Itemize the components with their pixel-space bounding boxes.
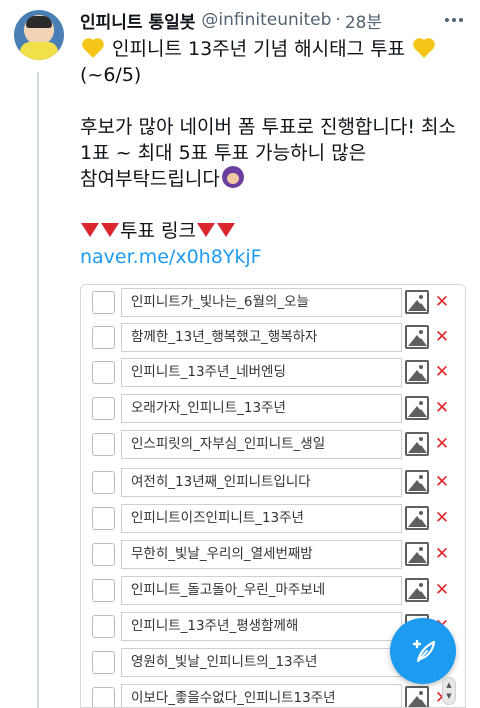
option-text-field[interactable]: 이보다_좋을수없다_인피니트13주년	[121, 684, 402, 707]
option-checkbox[interactable]	[92, 291, 115, 314]
option-checkbox[interactable]	[92, 687, 115, 707]
form-option-row: 이보다_좋을수없다_인피니트13주년 ✕	[81, 683, 465, 707]
vote-link[interactable]: naver.me/x0h8YkjF	[80, 244, 470, 270]
option-text-field[interactable]: 무한히_빛날_우리의_열세번째밤	[121, 540, 402, 569]
option-checkbox[interactable]	[92, 543, 115, 566]
display-name[interactable]: 인피니트 통일봇	[80, 8, 195, 33]
option-text-field[interactable]: 인피니트_13주년_평생함께해	[121, 612, 402, 641]
thread-line	[37, 72, 39, 708]
user-handle[interactable]: @infiniteuniteb	[201, 10, 331, 30]
image-icon[interactable]	[405, 506, 429, 530]
form-option-row: 인피니트가_빛나는_6월의_오늘 ✕	[81, 287, 465, 317]
option-checkbox[interactable]	[92, 361, 115, 384]
option-checkbox[interactable]	[92, 651, 115, 674]
close-x-icon[interactable]: ✕	[433, 579, 451, 601]
option-checkbox[interactable]	[92, 471, 115, 494]
scroll-down-icon[interactable]: ▼	[446, 693, 451, 700]
image-icon[interactable]	[405, 325, 429, 349]
avatar[interactable]	[14, 10, 64, 60]
option-text-field[interactable]: 인피니트_돌고돌아_우린_마주보네	[121, 576, 402, 605]
red-triangle-down-icon	[101, 223, 119, 237]
option-text-field[interactable]: 여전히_13년째_인피니트입니다	[121, 468, 402, 497]
image-icon[interactable]	[405, 578, 429, 602]
image-icon[interactable]	[405, 470, 429, 494]
image-icon[interactable]	[405, 290, 429, 314]
image-icon[interactable]	[405, 686, 429, 707]
tweet-line-title: 인피니트 13주년 기념 해시태그 투표	[80, 36, 470, 62]
tweet-line-4: 1표 ~ 최대 5표 투표 가능하니 많은	[80, 142, 367, 164]
form-option-row: 함께한_13년_행복했고_행복하자 ✕	[81, 322, 465, 352]
participation-text: 참여부탁드립니다	[80, 168, 220, 190]
close-x-icon[interactable]: ✕	[433, 326, 451, 348]
image-icon[interactable]	[405, 542, 429, 566]
option-text-field[interactable]: 오래가자_인피니트_13주년	[121, 394, 402, 423]
form-option-row: 인피니트_13주년_네버엔딩 ✕	[81, 357, 465, 387]
image-icon[interactable]	[405, 432, 429, 456]
yellow-heart-icon	[84, 40, 102, 58]
tweet-header: 인피니트 통일봇 @infiniteuniteb · 28분	[80, 8, 440, 33]
form-option-row: 인피니트_돌고돌아_우린_마주보네 ✕	[81, 575, 465, 605]
compose-feather-icon	[412, 639, 436, 663]
option-text-field[interactable]: 함께한_13년_행복했고_행복하자	[121, 323, 402, 352]
vote-link-label: 투표 링크	[120, 220, 196, 242]
more-icon[interactable]	[442, 12, 466, 28]
avatar-shirt	[20, 42, 58, 60]
option-text-field[interactable]: 인피니트_13주년_네버엔딩	[121, 358, 402, 387]
close-x-icon[interactable]: ✕	[433, 361, 451, 383]
close-x-icon[interactable]: ✕	[433, 507, 451, 529]
person-bowing-icon	[221, 166, 244, 188]
compose-button[interactable]	[390, 618, 456, 684]
image-icon[interactable]	[405, 396, 429, 420]
option-checkbox[interactable]	[92, 579, 115, 602]
option-checkbox[interactable]	[92, 615, 115, 638]
tweet-line-period: (~6/5)	[80, 64, 142, 86]
form-option-row: 무한히_빛날_우리의_열세번째밤 ✕	[81, 539, 465, 569]
option-checkbox[interactable]	[92, 326, 115, 349]
option-checkbox[interactable]	[92, 433, 115, 456]
option-text-field[interactable]: 인피니트이즈인피니트_13주년	[121, 504, 402, 533]
close-x-icon[interactable]: ✕	[433, 471, 451, 493]
option-text-field[interactable]: 인피니트가_빛나는_6월의_오늘	[121, 288, 402, 317]
close-x-icon[interactable]: ✕	[433, 433, 451, 455]
red-triangle-down-icon	[81, 223, 99, 237]
scroll-handle[interactable]: ▲ ▼	[442, 677, 456, 705]
tweet-line-5: 참여부탁드립니다	[80, 166, 470, 192]
option-text-field[interactable]: 영원히_빛날_인피니트의_13주년	[121, 648, 402, 677]
vote-link-heading: 투표 링크	[80, 218, 470, 244]
scroll-up-icon[interactable]: ▲	[446, 682, 451, 689]
tweet-text: 인피니트 13주년 기념 해시태그 투표 (~6/5) 후보가 많아 네이버 폼…	[80, 36, 470, 270]
form-option-row: 여전히_13년째_인피니트입니다 ✕	[81, 467, 465, 497]
close-x-icon[interactable]: ✕	[433, 543, 451, 565]
tweet-timestamp[interactable]: 28분	[345, 8, 382, 33]
title-text: 인피니트 13주년 기념 해시태그 투표	[112, 38, 406, 60]
option-text-field[interactable]: 인스피릿의_자부심_인피니트_생일	[121, 430, 402, 459]
option-checkbox[interactable]	[92, 507, 115, 530]
image-icon[interactable]	[405, 360, 429, 384]
separator-dot: ·	[335, 10, 341, 30]
form-option-row: 인피니트이즈인피니트_13주년 ✕	[81, 503, 465, 533]
option-checkbox[interactable]	[92, 397, 115, 420]
avatar-hair	[26, 16, 52, 28]
red-triangle-down-icon	[216, 223, 235, 237]
form-option-row: 오래가자_인피니트_13주년 ✕	[81, 393, 465, 423]
yellow-heart-icon	[415, 40, 434, 58]
red-triangle-down-icon	[196, 223, 215, 237]
close-x-icon[interactable]: ✕	[433, 291, 451, 313]
form-option-row: 인스피릿의_자부심_인피니트_생일 ✕	[81, 429, 465, 459]
close-x-icon[interactable]: ✕	[433, 397, 451, 419]
tweet-line-3: 후보가 많아 네이버 폼 투표로 진행합니다! 최소	[80, 116, 456, 138]
